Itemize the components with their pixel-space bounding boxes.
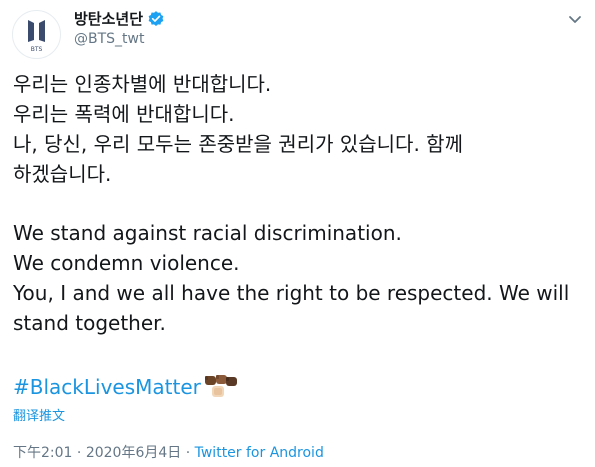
tweet-line: 나, 당신, 우리 모두는 존중받을 권리가 있습니다. 함께 [13,132,463,156]
fist-icon [215,375,227,384]
meta-separator: · [76,445,82,461]
avatar[interactable]: BTS [12,10,61,59]
hashtag-link[interactable]: #BlackLivesMatter [13,375,201,399]
tweet-text: 우리는 인종차별에 반대합니다. 우리는 폭력에 반대합니다. 나, 당신, 우… [13,69,583,338]
tweet-time[interactable]: 下午2:01 [13,445,72,461]
chevron-down-icon[interactable] [566,10,584,28]
display-name[interactable]: 방탄소년단 [74,8,143,29]
svg-text:BTS: BTS [31,46,43,53]
meta-separator: · [185,445,191,461]
tweet-date[interactable]: 2020年6月4日 [86,445,181,461]
display-name-row[interactable]: 방탄소년단 [74,8,165,29]
handle[interactable]: @BTS_twt [74,31,144,47]
tweet-line: We condemn violence. [13,251,240,275]
tweet-line: We stand against racial discrimination. [13,221,402,245]
tweet-source-link[interactable]: Twitter for Android [195,445,324,461]
tweet-line: You, I and we all have the right to be r… [13,281,570,305]
verified-badge-icon [148,10,164,26]
tweet-card: BTS 방탄소년단 @BTS_twt 우리는 인종차별에 반대합니다. 우리는 … [0,0,595,467]
tweet-line: stand together. [13,311,166,335]
translate-tweet-link[interactable]: 翻译推文 [13,405,65,424]
tweet-line: 우리는 인종차별에 반대합니다. [13,72,272,96]
tweet-metadata: 下午2:01 · 2020年6月4日 · Twitter for Android [13,442,324,462]
tweet-line: 우리는 폭력에 반대합니다. [13,102,235,126]
tweet-line: 하겠습니다. [13,162,112,186]
fist-icon [204,376,216,385]
raised-fists-emoji-icon [204,375,237,397]
bts-logo-icon: BTS [28,20,45,53]
hashtag-row: #BlackLivesMatter [13,373,240,401]
fist-icon [225,377,237,386]
